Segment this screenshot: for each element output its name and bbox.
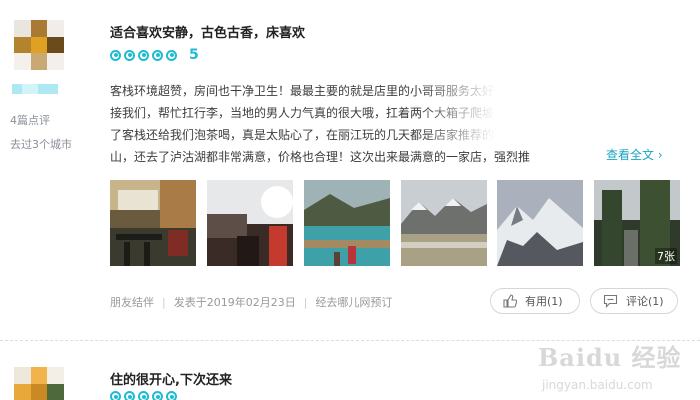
review-title: 适合喜欢安静，古色古香，床喜欢 [110, 26, 306, 41]
rating: 5 [110, 47, 199, 63]
review-title: 住的很开心,下次还来 [110, 373, 232, 388]
watermark-site: jingyan.baidu.com [542, 378, 653, 392]
rating-dot-icon [124, 391, 135, 400]
user-avatar[interactable] [14, 367, 64, 400]
review-footer: 朋友结伴 | 发表于2019年02月23日 | 经去哪儿网预订 [110, 294, 392, 310]
booking-source: 经去哪儿网预订 [315, 296, 393, 309]
divider: | [162, 295, 166, 309]
user-name-blurred[interactable] [12, 84, 58, 94]
publish-date: 发表于2019年02月23日 [173, 296, 296, 309]
helpful-button[interactable]: 有用(1) [490, 288, 580, 314]
review-body-line: 了客栈还给我们泡茶喝，真是太贴心了，在丽江玩的几天都是店家推荐的小团，去了玉龙雪 [110, 128, 591, 142]
rating-dot-icon [138, 391, 149, 400]
rating-dot-icon [110, 49, 121, 61]
review-photo[interactable] [401, 180, 487, 266]
rating-dot-icon [138, 49, 149, 61]
review-photo[interactable] [110, 180, 196, 266]
review-body-line: 接我们，帮忙扛行李，当地的男人力气真的很大哦，扛着两个大箱子爬坡一点都不喘气，到 [110, 106, 591, 120]
review-photo[interactable] [304, 180, 390, 266]
review-body: 客栈环境超赞，房间也干净卫生！最最主要的就是店里的小哥哥服务太好了，刚到就来路边… [110, 80, 680, 168]
user-cities-count[interactable]: 去过3个城市 [10, 136, 72, 152]
comment-button[interactable]: 评论(1) [590, 288, 678, 314]
review-photo[interactable]: 7张 [594, 180, 680, 266]
rating-dot-icon [166, 391, 177, 400]
comment-icon [603, 294, 618, 308]
review-body-line: 山，还去了泸沽湖都非常满意，价格也合理！这次出来最满意的一家店，强烈推 [110, 150, 531, 164]
divider: | [303, 295, 308, 309]
rating [110, 391, 180, 400]
rating-dot-icon [124, 49, 135, 61]
review-photo[interactable] [207, 180, 293, 266]
chevron-right-icon: › [657, 148, 663, 162]
rating-dot-icon [152, 49, 163, 61]
baidu-jingyan-watermark: Baidu 经验 jingyan.baidu.com [532, 338, 700, 400]
watermark-brand: Baidu 经验 [538, 343, 682, 372]
review-photo[interactable] [497, 180, 583, 266]
rating-dot-icon [166, 49, 177, 61]
read-more-link[interactable]: 查看全文 › [606, 146, 663, 163]
review-card: 4篇点评 去过3个城市 适合喜欢安静，古色古香，床喜欢 5 客栈环境超赞，房间也… [0, 0, 700, 340]
rating-dot-icon [110, 391, 121, 400]
rating-score: 5 [189, 47, 199, 63]
helpful-label: 有用(1) [525, 295, 563, 308]
photo-count-badge: 7张 [655, 248, 677, 264]
thumbs-up-icon [503, 294, 517, 308]
trip-type: 朋友结伴 [110, 296, 154, 309]
user-avatar[interactable] [14, 20, 64, 70]
rating-dot-icon [152, 391, 163, 400]
user-reviews-count[interactable]: 4篇点评 [10, 112, 50, 128]
read-more-label: 查看全文 [606, 148, 655, 162]
comment-label: 评论(1) [626, 295, 664, 308]
review-body-line: 客栈环境超赞，房间也干净卫生！最最主要的就是店里的小哥哥服务太好了，刚到就来路边 [110, 84, 591, 98]
